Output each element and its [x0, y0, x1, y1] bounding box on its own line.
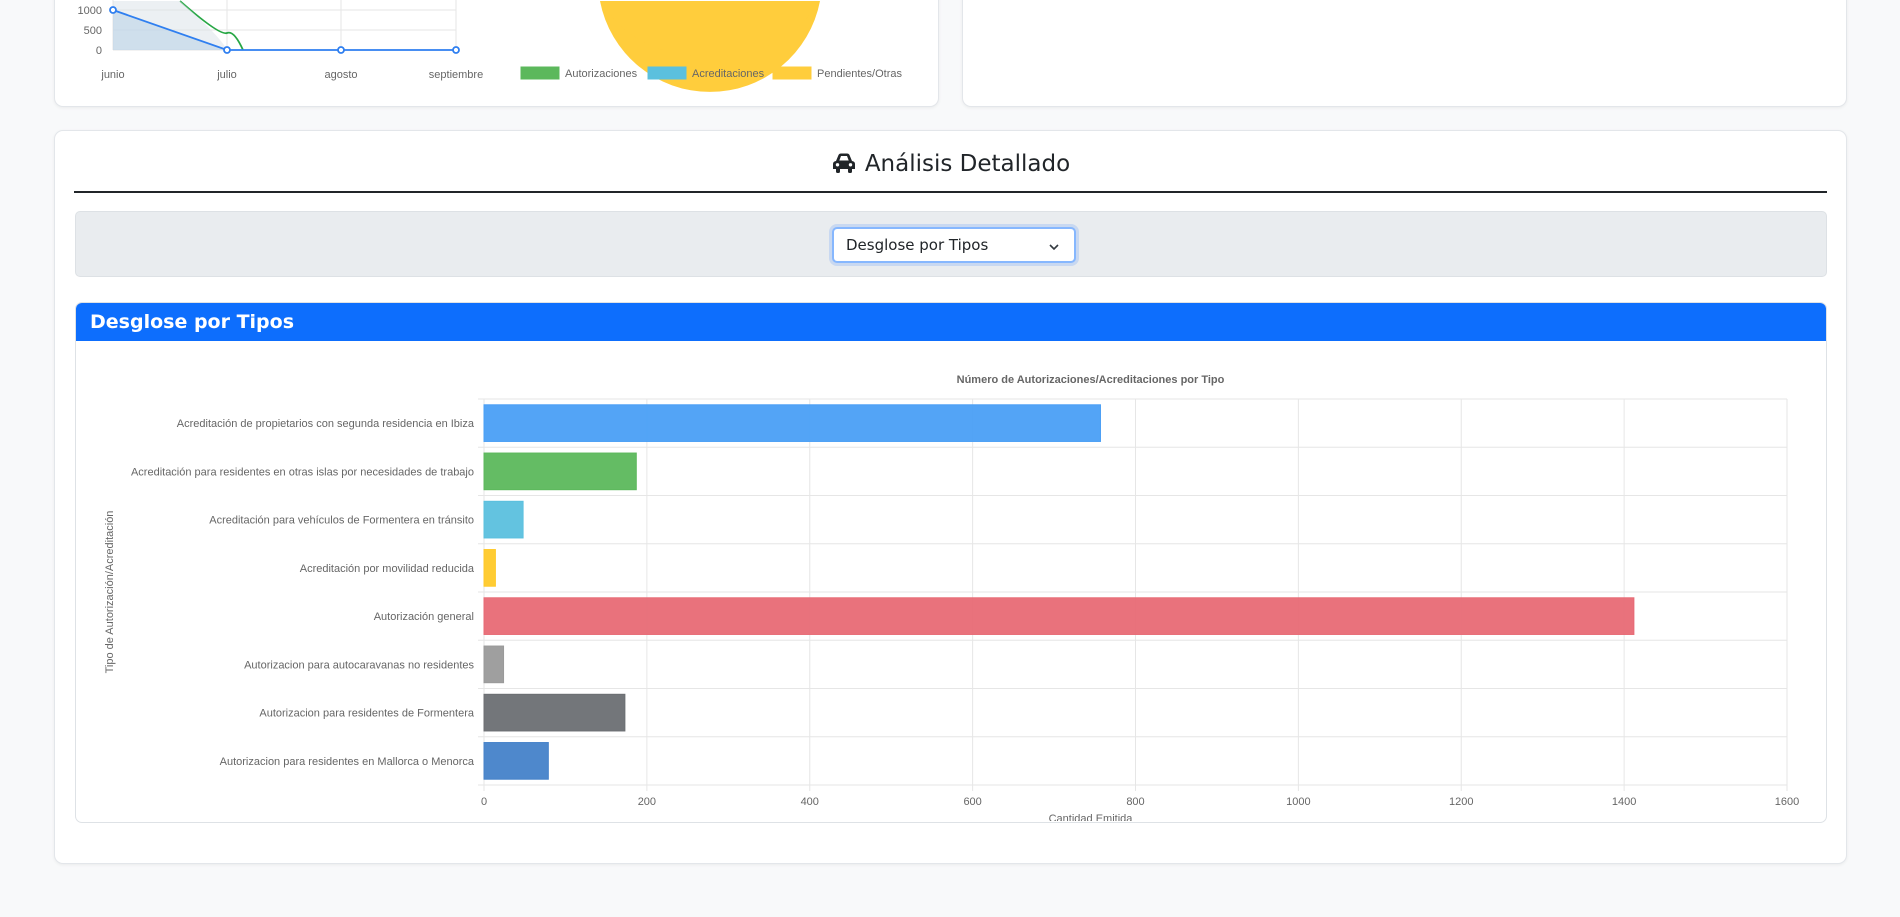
mini-y-tick-label: 500 [84, 25, 102, 37]
legend-swatch [520, 66, 560, 80]
mini-y-tick-label: 0 [96, 45, 102, 57]
bar [483, 500, 524, 539]
mini-x-tick-label: junio [100, 69, 124, 81]
legend-label: Pendientes/Otras [817, 68, 902, 80]
legend-swatch [647, 66, 687, 80]
x-tick-label: 400 [801, 796, 819, 808]
x-tick-label: 1200 [1449, 796, 1473, 808]
x-tick-label: 1400 [1612, 796, 1636, 808]
mini-x-tick-label: agosto [324, 69, 357, 81]
chart-title: Número de Autorizaciones/Acreditaciones … [957, 374, 1225, 386]
y-tick-label: Autorizacion para autocaravanas no resid… [244, 659, 474, 671]
mini-data-point [452, 46, 460, 54]
filter-bar: Desglose por Tipos [75, 211, 1827, 277]
y-axis-title: Tipo de Autorización/Acreditación [104, 511, 116, 674]
detailed-analysis-card: Análisis Detallado Desglose por Tipos De… [54, 130, 1847, 864]
types-bar-chart: Número de Autorizaciones/Acreditaciones … [104, 374, 1799, 821]
x-tick-label: 0 [481, 796, 487, 808]
page-footer-area [0, 878, 1900, 917]
section-title-text: Análisis Detallado [864, 151, 1071, 177]
x-tick-label: 600 [963, 796, 981, 808]
title-divider [74, 191, 1827, 193]
x-axis-title: Cantidad Emitida [1049, 813, 1134, 821]
breakdown-select[interactable]: Desglose por Tipos [832, 227, 1076, 263]
mini-x-tick-label: julio [216, 69, 237, 81]
y-tick-label: Acreditación por movilidad reducida [300, 563, 475, 575]
x-tick-label: 200 [638, 796, 656, 808]
y-tick-label: Autorizacion para residentes de Formente… [259, 708, 474, 720]
x-tick-label: 1000 [1286, 796, 1310, 808]
breakdown-select-value: Desglose por Tipos [846, 236, 989, 254]
y-tick-label: Acreditación para residentes en otras is… [131, 466, 474, 478]
car-icon [831, 152, 857, 180]
bar [483, 404, 1101, 442]
legend-label: Autorizaciones [565, 68, 638, 80]
secondary-stats-card [962, 0, 1847, 107]
bar [483, 742, 549, 780]
mini-data-point [223, 46, 231, 54]
bar [483, 597, 1635, 635]
legend-swatch [772, 66, 812, 80]
monthly-trend-card: 1000 500 0 junio julio agosto septiembre Auto… [54, 0, 939, 107]
y-tick-label: Acreditación para vehículos de Formenter… [209, 515, 474, 527]
mini-data-point [337, 46, 345, 54]
y-tick-label: Autorización general [374, 611, 474, 623]
section-title: Análisis Detallado [55, 151, 1846, 180]
legend-label: Acreditaciones [692, 68, 765, 80]
mini-y-tick-label: 1000 [78, 5, 102, 17]
x-tick-label: 800 [1126, 796, 1144, 808]
bar [483, 645, 505, 684]
x-tick-label: 1600 [1775, 796, 1799, 808]
mini-data-point [109, 6, 117, 14]
mini-x-tick-label: septiembre [429, 69, 483, 81]
y-tick-label: Acreditación de propietarios con segunda… [177, 418, 475, 430]
y-tick-label: Autorizacion para residentes en Mallorca… [220, 756, 475, 768]
bar [483, 693, 626, 732]
bar [483, 452, 637, 491]
chevron-down-icon [1048, 239, 1060, 257]
panel-header: Desglose por Tipos [76, 303, 1826, 341]
breakdown-panel: Desglose por Tipos Número de Autorizacio… [75, 302, 1827, 823]
bar [483, 549, 496, 587]
trend-mini-chart: 1000 500 0 junio julio agosto septiembre Auto… [78, 0, 902, 92]
